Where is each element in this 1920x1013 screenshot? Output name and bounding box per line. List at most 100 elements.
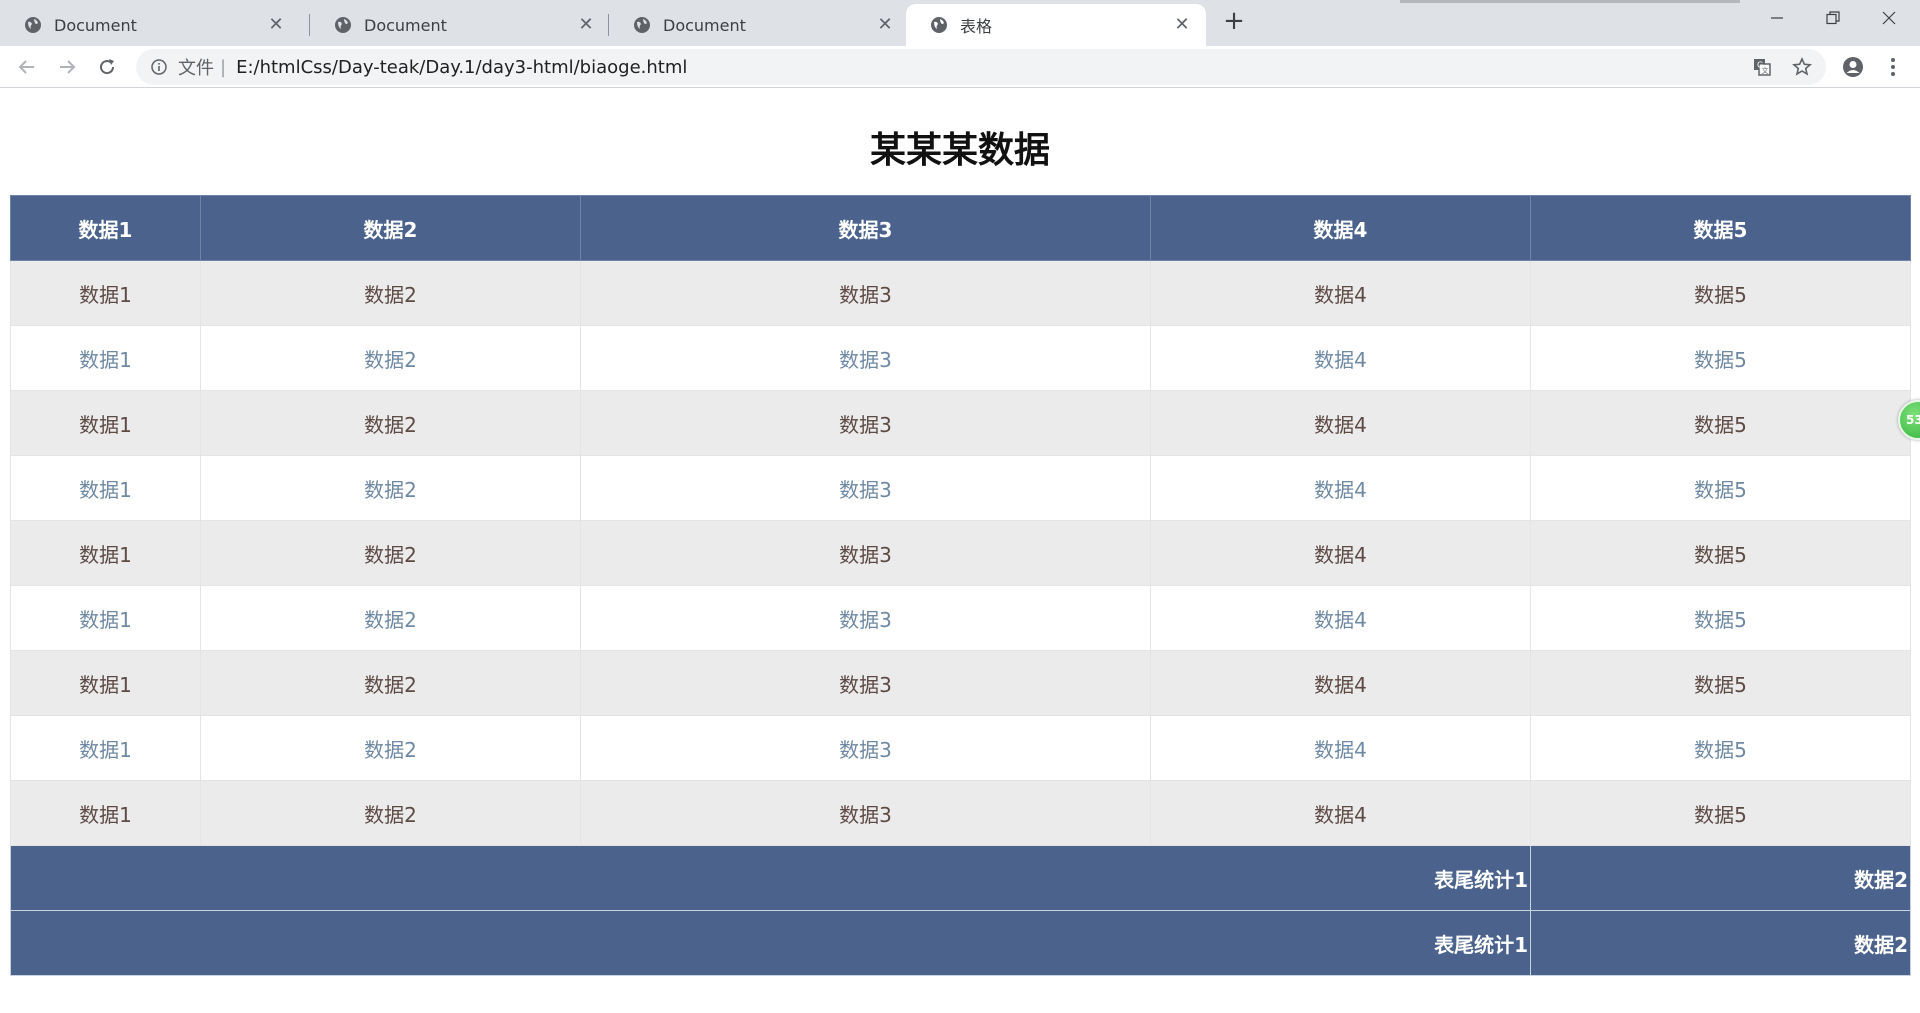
- table-cell: 数据2: [200, 650, 581, 716]
- table-cell: 数据3: [580, 455, 1151, 521]
- table-cell: 数据5: [1530, 585, 1911, 651]
- tab-document-3[interactable]: Document ✕: [609, 4, 909, 46]
- globe-icon: [633, 16, 651, 34]
- reload-icon[interactable]: [92, 52, 122, 82]
- table-cell: 数据2: [200, 390, 581, 456]
- table-footer-row: 表尾统计1 数据2: [10, 845, 1911, 911]
- table-row: 数据1 数据2 数据3 数据4 数据5: [10, 585, 1911, 651]
- table-cell: 数据2: [200, 585, 581, 651]
- tab-title: Document: [364, 15, 447, 35]
- profile-avatar-icon[interactable]: [1838, 52, 1868, 82]
- table-cell: 数据3: [580, 780, 1151, 846]
- table-cell: 数据5: [1530, 715, 1911, 781]
- table-cell: 数据1: [10, 715, 201, 781]
- table-row: 数据1 数据2 数据3 数据4 数据5: [10, 455, 1911, 521]
- table-cell: 数据1: [10, 780, 201, 846]
- table-cell: 数据3: [580, 715, 1151, 781]
- table-cell: 数据5: [1530, 390, 1911, 456]
- header-cell: 数据4: [1150, 195, 1531, 261]
- table-cell: 数据5: [1530, 325, 1911, 391]
- table-cell: 数据4: [1150, 390, 1531, 456]
- table-cell: 数据4: [1150, 260, 1531, 326]
- tab-title: Document: [663, 15, 746, 35]
- browser-toolbar: 文件 | E:/htmlCss/Day-teak/Day.1/day3-html…: [0, 46, 1920, 88]
- table-cell: 数据1: [10, 325, 201, 391]
- tab-title: Document: [54, 15, 137, 35]
- bookmark-star-icon[interactable]: [1787, 52, 1817, 82]
- table-cell: 数据1: [10, 260, 201, 326]
- footer-label-cell: 表尾统计1: [10, 845, 1531, 911]
- footer-value-cell: 数据2: [1530, 845, 1911, 911]
- table-cell: 数据2: [200, 260, 581, 326]
- globe-icon: [930, 16, 948, 34]
- table-footer-row: 表尾统计1 数据2: [10, 910, 1911, 976]
- tab-close-icon[interactable]: ✕: [576, 15, 596, 35]
- table-cell: 数据3: [580, 585, 1151, 651]
- table-cell: 数据3: [580, 325, 1151, 391]
- table-cell: 数据4: [1150, 650, 1531, 716]
- page-content: 某某某数据 数据1 数据2 数据3 数据4 数据5 数据1 数据2 数据3 数据…: [0, 89, 1920, 1013]
- restore-icon[interactable]: [1810, 0, 1856, 36]
- translate-icon[interactable]: G文: [1747, 52, 1777, 82]
- table-cell: 数据4: [1150, 585, 1531, 651]
- table-cell: 数据5: [1530, 780, 1911, 846]
- globe-icon: [24, 16, 42, 34]
- svg-text:文: 文: [1762, 66, 1769, 75]
- table-row: 数据1 数据2 数据3 数据4 数据5: [10, 715, 1911, 781]
- table-cell: 数据3: [580, 520, 1151, 586]
- table-cell: 数据3: [580, 650, 1151, 716]
- data-table: 数据1 数据2 数据3 数据4 数据5 数据1 数据2 数据3 数据4 数据5 …: [10, 195, 1911, 976]
- tab-document-2[interactable]: Document ✕: [310, 4, 610, 46]
- table-cell: 数据4: [1150, 715, 1531, 781]
- scheme-label: 文件: [178, 58, 214, 79]
- table-row: 数据1 数据2 数据3 数据4 数据5: [10, 780, 1911, 846]
- close-window-icon[interactable]: [1866, 0, 1912, 36]
- tab-document-1[interactable]: Document ✕: [0, 4, 300, 46]
- header-cell: 数据1: [10, 195, 201, 261]
- table-cell: 数据2: [200, 520, 581, 586]
- table-cell: 数据1: [10, 390, 201, 456]
- url-text[interactable]: E:/htmlCss/Day-teak/Day.1/day3-html/biao…: [236, 57, 687, 78]
- table-cell: 数据4: [1150, 780, 1531, 846]
- header-cell: 数据2: [200, 195, 581, 261]
- footer-label-cell: 表尾统计1: [10, 910, 1531, 976]
- table-cell: 数据4: [1150, 325, 1531, 391]
- table-row: 数据1 数据2 数据3 数据4 数据5: [10, 650, 1911, 716]
- table-cell: 数据5: [1530, 260, 1911, 326]
- table-cell: 数据3: [580, 390, 1151, 456]
- table-cell: 数据4: [1150, 520, 1531, 586]
- new-tab-button[interactable]: +: [1220, 8, 1248, 36]
- table-cell: 数据3: [580, 260, 1151, 326]
- tab-table-active[interactable]: 表格 ✕: [906, 4, 1206, 46]
- scheme-separator: |: [220, 56, 227, 78]
- tabstrip-overlay-strip: [1400, 0, 1740, 3]
- table-cell: 数据5: [1530, 520, 1911, 586]
- table-cell: 数据2: [200, 715, 581, 781]
- footer-value-cell: 数据2: [1530, 910, 1911, 976]
- tab-close-icon[interactable]: ✕: [875, 15, 895, 35]
- tab-close-icon[interactable]: ✕: [266, 15, 286, 35]
- back-icon[interactable]: [12, 52, 42, 82]
- table-cell: 数据2: [200, 455, 581, 521]
- menu-kebab-icon[interactable]: [1878, 52, 1908, 82]
- minimize-icon[interactable]: [1754, 0, 1800, 36]
- tab-title: 表格: [960, 17, 993, 36]
- table-row: 数据1 数据2 数据3 数据4 数据5: [10, 325, 1911, 391]
- tab-strip: Document ✕ Document ✕ Document ✕ 表格 ✕ +: [0, 0, 1920, 46]
- address-bar[interactable]: 文件 | E:/htmlCss/Day-teak/Day.1/day3-html…: [136, 49, 1826, 85]
- table-cell: 数据2: [200, 780, 581, 846]
- tab-close-icon[interactable]: ✕: [1172, 15, 1192, 35]
- header-cell: 数据3: [580, 195, 1151, 261]
- forward-icon[interactable]: [52, 52, 82, 82]
- table-cell: 数据1: [10, 455, 201, 521]
- table-cell: 数据1: [10, 650, 201, 716]
- table-cell: 数据1: [10, 520, 201, 586]
- header-cell: 数据5: [1530, 195, 1911, 261]
- table-cell: 数据5: [1530, 455, 1911, 521]
- globe-icon: [334, 16, 352, 34]
- info-icon[interactable]: [150, 58, 168, 76]
- table-row: 数据1 数据2 数据3 数据4 数据5: [10, 260, 1911, 326]
- table-cell: 数据5: [1530, 650, 1911, 716]
- table-cell: 数据1: [10, 585, 201, 651]
- table-row: 数据1 数据2 数据3 数据4 数据5: [10, 520, 1911, 586]
